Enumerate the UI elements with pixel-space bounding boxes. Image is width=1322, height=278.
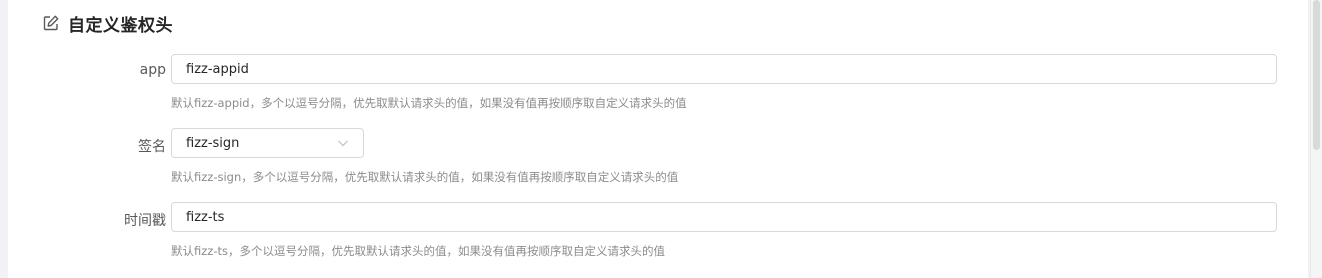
timestamp-input[interactable]: fizz-ts: [171, 202, 1277, 232]
edit-icon: [42, 14, 60, 32]
app-input[interactable]: fizz-appid: [171, 54, 1277, 84]
app-help-text: 默认fizz-appid，多个以逗号分隔，优先取默认请求头的值，如果没有值再按顺…: [171, 96, 687, 110]
sign-label: 签名: [138, 139, 166, 155]
timestamp-input-value: fizz-ts: [186, 209, 225, 225]
sign-help-text: 默认fizz-sign，多个以逗号分隔，优先取默认请求头的值，如果没有值再按顺序…: [171, 170, 679, 184]
app-label: app: [139, 62, 166, 78]
timestamp-label: 时间戳: [124, 213, 166, 229]
chevron-down-icon: [337, 137, 349, 149]
timestamp-help-text: 默认fizz-ts，多个以逗号分隔，优先取默认请求头的值，如果没有值再按顺序取自…: [171, 244, 665, 258]
sign-select-value: fizz-sign: [186, 135, 240, 151]
scrollbar[interactable]: [1310, 0, 1322, 278]
sign-select[interactable]: fizz-sign: [171, 128, 364, 158]
section-title: 自定义鉴权头: [68, 15, 173, 36]
app-input-value: fizz-appid: [186, 61, 249, 77]
scrollbar-thumb[interactable]: [1313, 0, 1320, 150]
section-header: 自定义鉴权头: [42, 12, 173, 36]
auth-header-panel: 自定义鉴权头 app fizz-appid 默认fizz-appid，多个以逗号…: [8, 0, 1308, 278]
